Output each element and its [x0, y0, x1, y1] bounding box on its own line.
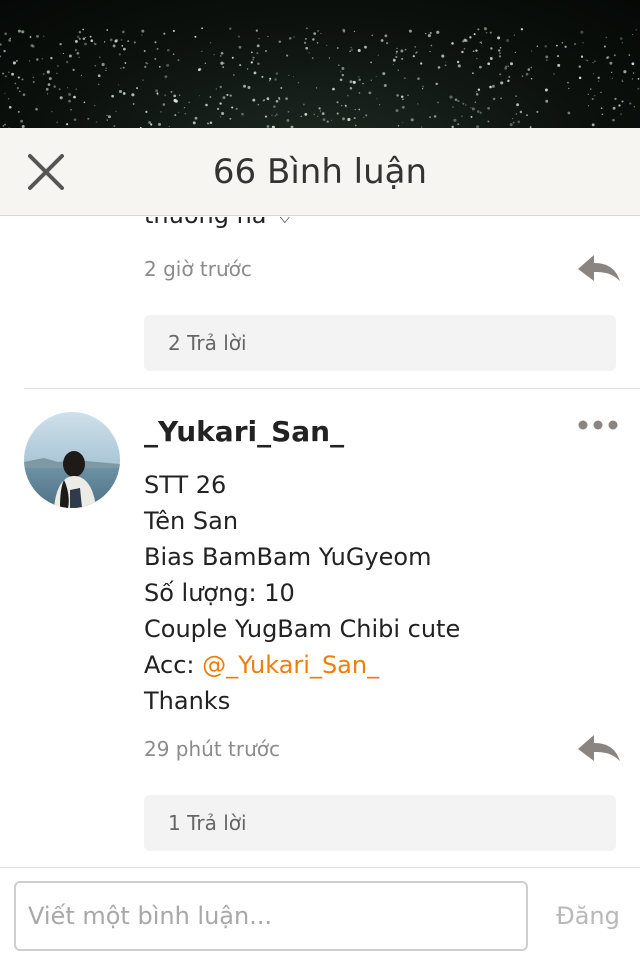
comment-line-acc: Acc: @_Yukari_San_: [144, 647, 460, 683]
acc-label: Acc:: [144, 651, 203, 679]
divider: [24, 388, 640, 389]
previous-comment-text: thương na ♡: [144, 217, 296, 229]
comment-line: Bias BamBam YuGyeom: [144, 543, 432, 571]
reply-icon: [578, 255, 620, 281]
previous-comment-time: 2 giờ trước: [144, 257, 252, 281]
comment-line: Thanks: [144, 687, 231, 715]
page-title: 66 Bình luận: [212, 152, 428, 192]
more-options-button[interactable]: [578, 417, 618, 433]
comment-line: Số lượng: 10: [144, 579, 295, 607]
close-icon: [28, 154, 64, 190]
comment-input[interactable]: [14, 881, 528, 951]
comments-header: 66 Bình luận: [0, 128, 640, 216]
comment-composer: Đăng: [0, 867, 640, 960]
comment-line: Tên San: [144, 507, 239, 535]
avatar[interactable]: [24, 412, 120, 508]
view-replies-button[interactable]: 2 Trả lời: [144, 315, 616, 371]
post-button[interactable]: Đăng: [548, 881, 628, 951]
comment-time: 29 phút trước: [144, 737, 281, 761]
avatar-image: [24, 412, 120, 508]
comment-line: STT 26: [144, 471, 227, 499]
close-button[interactable]: [22, 148, 70, 196]
concert-lights-image: [0, 27, 640, 128]
comment-body: STT 26 Tên San Bias BamBam YuGyeom Số lư…: [144, 467, 460, 719]
comment-line: Couple YugBam Chibi cute: [144, 615, 461, 643]
background-photo: [0, 0, 640, 128]
comment-username: _Yukari_San_: [144, 415, 345, 448]
reply-icon: [578, 735, 620, 761]
more-icon: [578, 420, 618, 430]
comments-list[interactable]: thương na ♡ 2 giờ trước 2 Trả lời: [0, 217, 640, 867]
reply-button[interactable]: [574, 251, 622, 287]
reply-button[interactable]: [574, 731, 622, 767]
view-replies-button[interactable]: 1 Trả lời: [144, 795, 616, 851]
user-mention-link[interactable]: @_Yukari_San_: [202, 651, 379, 679]
